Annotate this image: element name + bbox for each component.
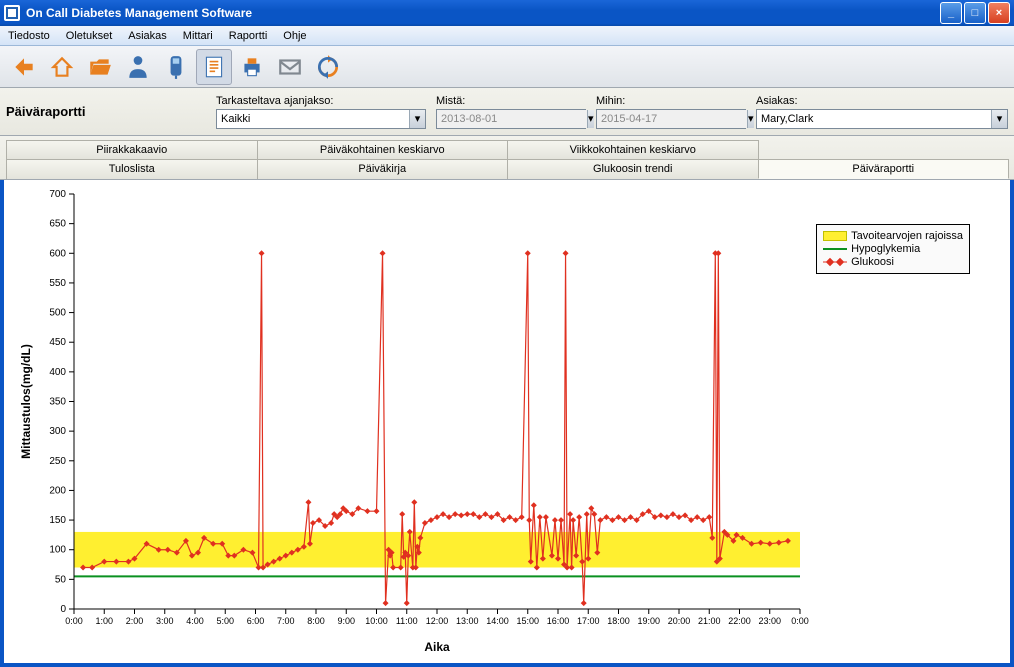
toolbar xyxy=(0,46,1014,88)
svg-text:500: 500 xyxy=(49,308,66,319)
range-input[interactable] xyxy=(217,110,409,128)
svg-text:1:00: 1:00 xyxy=(95,616,113,626)
client-combo[interactable]: ▾ xyxy=(756,109,1008,129)
report-button[interactable] xyxy=(196,49,232,85)
open-button[interactable] xyxy=(82,49,118,85)
page-title: Päiväraportti xyxy=(6,104,206,119)
tab-trend[interactable]: Glukoosin trendi xyxy=(507,159,759,179)
svg-text:650: 650 xyxy=(49,219,66,230)
minimize-button[interactable]: _ xyxy=(940,2,962,24)
svg-text:600: 600 xyxy=(49,248,66,259)
svg-text:17:00: 17:00 xyxy=(577,616,600,626)
tab-dayavg[interactable]: Päiväkohtainen keskiarvo xyxy=(257,140,509,159)
chevron-down-icon[interactable]: ▾ xyxy=(747,110,754,128)
svg-text:19:00: 19:00 xyxy=(637,616,660,626)
back-button[interactable] xyxy=(6,49,42,85)
legend: Tavoitearvojen rajoissa Hypoglykemia Glu… xyxy=(816,224,970,274)
legend-swatch-hypo xyxy=(823,248,847,250)
chevron-down-icon[interactable]: ▾ xyxy=(587,110,594,128)
menu-raportti[interactable]: Raportti xyxy=(221,28,276,44)
app-icon xyxy=(4,5,20,21)
svg-text:350: 350 xyxy=(49,397,66,408)
svg-text:100: 100 xyxy=(49,545,66,556)
tab-dayreport[interactable]: Päiväraportti xyxy=(758,159,1010,179)
tab-diary[interactable]: Päiväkirja xyxy=(257,159,509,179)
menubar: Tiedosto Oletukset Asiakas Mittari Rapor… xyxy=(0,26,1014,46)
from-input xyxy=(437,110,587,128)
chart-area: 0 50 100 150 200 250 300 350 400 450 500 550 600 650 7… xyxy=(4,180,1010,663)
legend-glucose: Glukoosi xyxy=(851,256,894,268)
to-combo[interactable]: ▾ xyxy=(596,109,746,129)
svg-text:16:00: 16:00 xyxy=(547,616,570,626)
svg-text:550: 550 xyxy=(49,278,66,289)
menu-ohje[interactable]: Ohje xyxy=(275,28,314,44)
range-label: Tarkasteltava ajanjakso: xyxy=(216,95,426,107)
svg-text:7:00: 7:00 xyxy=(277,616,295,626)
tabs-region: Piirakkakaavio Päiväkohtainen keskiarvo … xyxy=(0,136,1014,180)
svg-text:14:00: 14:00 xyxy=(486,616,509,626)
filter-bar: Päiväraportti Tarkasteltava ajanjakso: ▾… xyxy=(0,88,1014,136)
svg-text:0:00: 0:00 xyxy=(65,616,83,626)
chevron-down-icon[interactable]: ▾ xyxy=(991,110,1007,128)
svg-text:50: 50 xyxy=(55,574,67,585)
menu-tiedosto[interactable]: Tiedosto xyxy=(0,28,58,44)
svg-text:12:00: 12:00 xyxy=(426,616,449,626)
close-button[interactable]: × xyxy=(988,2,1010,24)
svg-text:10:00: 10:00 xyxy=(365,616,388,626)
mail-button[interactable] xyxy=(272,49,308,85)
legend-swatch-target xyxy=(823,231,847,241)
svg-text:23:00: 23:00 xyxy=(758,616,781,626)
maximize-button[interactable]: □ xyxy=(964,2,986,24)
print-button[interactable] xyxy=(234,49,270,85)
svg-text:11:00: 11:00 xyxy=(396,616,418,626)
menu-asiakas[interactable]: Asiakas xyxy=(120,28,175,44)
menu-oletukset[interactable]: Oletukset xyxy=(58,28,120,44)
tab-results[interactable]: Tuloslista xyxy=(6,159,258,179)
from-combo[interactable]: ▾ xyxy=(436,109,586,129)
home-button[interactable] xyxy=(44,49,80,85)
menu-mittari[interactable]: Mittari xyxy=(175,28,221,44)
user-button[interactable] xyxy=(120,49,156,85)
to-label: Mihin: xyxy=(596,95,746,107)
svg-text:4:00: 4:00 xyxy=(186,616,204,626)
legend-hypo: Hypoglykemia xyxy=(851,243,920,255)
svg-text:13:00: 13:00 xyxy=(456,616,479,626)
svg-text:200: 200 xyxy=(49,485,66,496)
svg-text:2:00: 2:00 xyxy=(126,616,144,626)
client-label: Asiakas: xyxy=(756,95,1008,107)
from-label: Mistä: xyxy=(436,95,586,107)
svg-text:700: 700 xyxy=(49,189,66,200)
svg-text:9:00: 9:00 xyxy=(337,616,355,626)
tab-weekavg[interactable]: Viikkokohtainen keskiarvo xyxy=(507,140,759,159)
window-title: On Call Diabetes Management Software xyxy=(26,6,940,20)
titlebar: On Call Diabetes Management Software _ □… xyxy=(0,0,1014,26)
svg-text:8:00: 8:00 xyxy=(307,616,325,626)
range-combo[interactable]: ▾ xyxy=(216,109,426,129)
legend-target: Tavoitearvojen rajoissa xyxy=(851,230,963,242)
svg-text:150: 150 xyxy=(49,515,66,526)
to-input xyxy=(597,110,747,128)
svg-text:6:00: 6:00 xyxy=(247,616,265,626)
svg-text:0:00: 0:00 xyxy=(791,616,809,626)
svg-text:400: 400 xyxy=(49,367,66,378)
svg-text:450: 450 xyxy=(49,337,66,348)
svg-text:0: 0 xyxy=(60,604,66,615)
svg-text:300: 300 xyxy=(49,426,66,437)
svg-text:Mittaustulos(mg/dL): Mittaustulos(mg/dL) xyxy=(19,344,33,459)
svg-text:3:00: 3:00 xyxy=(156,616,174,626)
svg-text:18:00: 18:00 xyxy=(607,616,630,626)
svg-text:250: 250 xyxy=(49,456,66,467)
sync-button[interactable] xyxy=(310,49,346,85)
svg-text:Aika: Aika xyxy=(424,640,450,654)
meter-button[interactable] xyxy=(158,49,194,85)
chevron-down-icon[interactable]: ▾ xyxy=(409,110,425,128)
client-input[interactable] xyxy=(757,110,991,128)
legend-swatch-glucose xyxy=(823,257,847,267)
svg-text:5:00: 5:00 xyxy=(216,616,234,626)
svg-text:15:00: 15:00 xyxy=(516,616,539,626)
svg-text:20:00: 20:00 xyxy=(668,616,691,626)
svg-text:22:00: 22:00 xyxy=(728,616,751,626)
svg-text:21:00: 21:00 xyxy=(698,616,721,626)
tab-piechart[interactable]: Piirakkakaavio xyxy=(6,140,258,159)
